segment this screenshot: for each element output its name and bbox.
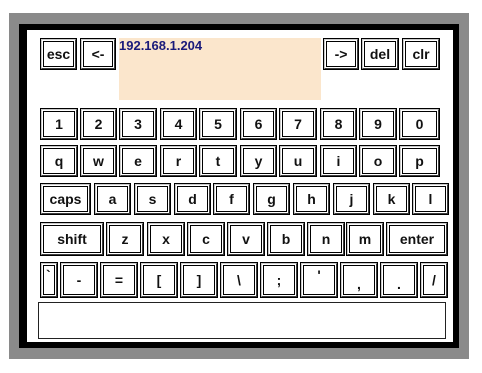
open-bracket-key[interactable]: [ bbox=[140, 262, 178, 298]
address-text: 192.168.1.204 bbox=[119, 38, 203, 53]
key-n[interactable]: n bbox=[307, 222, 345, 256]
key-p[interactable]: p bbox=[399, 145, 440, 177]
key-0[interactable]: 0 bbox=[399, 108, 440, 140]
back-key[interactable]: <- bbox=[80, 38, 116, 70]
key-s[interactable]: s bbox=[134, 183, 171, 215]
key-7[interactable]: 7 bbox=[279, 108, 317, 140]
key-e[interactable]: e bbox=[119, 145, 157, 177]
key-d[interactable]: d bbox=[174, 183, 211, 215]
clr-key[interactable]: clr bbox=[402, 38, 440, 70]
key-t[interactable]: t bbox=[199, 145, 237, 177]
key-m[interactable]: m bbox=[346, 222, 384, 256]
key-u[interactable]: u bbox=[279, 145, 317, 177]
key-i[interactable]: i bbox=[320, 145, 357, 177]
key-2[interactable]: 2 bbox=[80, 108, 117, 140]
key-6[interactable]: 6 bbox=[240, 108, 277, 140]
key-f[interactable]: f bbox=[213, 183, 250, 215]
key-l[interactable]: l bbox=[412, 183, 449, 215]
text-entry-field[interactable] bbox=[38, 302, 446, 339]
key-y[interactable]: y bbox=[240, 145, 277, 177]
key-c[interactable]: c bbox=[187, 222, 225, 256]
key-g[interactable]: g bbox=[253, 183, 290, 215]
key-j[interactable]: j bbox=[333, 183, 370, 215]
key-o[interactable]: o bbox=[359, 145, 397, 177]
caps-key[interactable]: caps bbox=[40, 183, 91, 215]
key-k[interactable]: k bbox=[373, 183, 410, 215]
key-x[interactable]: x bbox=[147, 222, 185, 256]
close-bracket-key[interactable]: ] bbox=[180, 262, 218, 298]
minus-key[interactable]: - bbox=[60, 262, 98, 298]
key-8[interactable]: 8 bbox=[320, 108, 357, 140]
key-v[interactable]: v bbox=[227, 222, 265, 256]
key-q[interactable]: q bbox=[40, 145, 78, 177]
esc-key[interactable]: esc bbox=[40, 38, 77, 70]
key-3[interactable]: 3 bbox=[119, 108, 157, 140]
address-display: 192.168.1.204 bbox=[119, 38, 321, 100]
key-1[interactable]: 1 bbox=[40, 108, 78, 140]
enter-key[interactable]: enter bbox=[386, 222, 448, 256]
period-key[interactable]: . bbox=[380, 262, 418, 298]
key-a[interactable]: a bbox=[94, 183, 131, 215]
forward-key[interactable]: -> bbox=[323, 38, 359, 70]
key-4[interactable]: 4 bbox=[160, 108, 197, 140]
quote-key[interactable]: ' bbox=[300, 262, 338, 298]
key-h[interactable]: h bbox=[293, 183, 330, 215]
comma-key[interactable]: , bbox=[340, 262, 378, 298]
backslash-key[interactable]: \ bbox=[220, 262, 258, 298]
equals-key[interactable]: = bbox=[100, 262, 138, 298]
semicolon-key[interactable]: ; bbox=[260, 262, 298, 298]
del-key[interactable]: del bbox=[361, 38, 399, 70]
key-b[interactable]: b bbox=[267, 222, 305, 256]
key-5[interactable]: 5 bbox=[199, 108, 237, 140]
shift-key[interactable]: shift bbox=[40, 222, 104, 256]
key-z[interactable]: z bbox=[106, 222, 144, 256]
key-r[interactable]: r bbox=[160, 145, 197, 177]
key-9[interactable]: 9 bbox=[359, 108, 397, 140]
slash-key[interactable]: / bbox=[420, 262, 448, 298]
key-w[interactable]: w bbox=[80, 145, 117, 177]
backtick-key[interactable]: ` bbox=[40, 262, 58, 298]
